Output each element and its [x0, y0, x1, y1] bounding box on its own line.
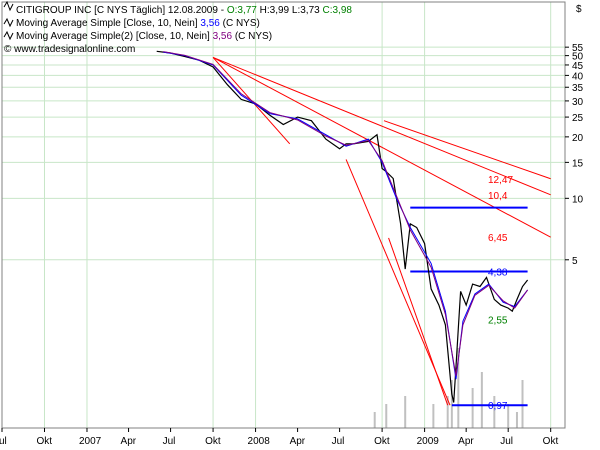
x-tick-label: Jul: [163, 436, 176, 447]
x-tick-label: 2008: [248, 436, 271, 447]
legend-low: L:3,73: [292, 5, 320, 16]
volume-bar: [521, 380, 524, 428]
value-annotation: 10,4: [488, 191, 508, 202]
legend-close: C:3,98: [322, 5, 352, 16]
legend-open: O:3,77: [227, 5, 257, 16]
value-annotation: 0,97: [488, 401, 508, 412]
chart-background: [0, 0, 600, 450]
y-tick-label: 30: [572, 97, 584, 108]
x-tick-label: Okt: [205, 436, 221, 447]
x-tick-label: Apr: [290, 436, 306, 447]
x-tick-label: 2007: [79, 436, 102, 447]
x-tick-label: Okt: [374, 436, 390, 447]
x-tick-label: Jul: [500, 436, 513, 447]
watermark: © www.tradesignalonline.com: [4, 44, 135, 55]
volume-bar: [385, 404, 388, 428]
legend-ma1-suffix: (C NYS): [223, 18, 260, 29]
legend-high: H:3,99: [260, 5, 290, 16]
x-tick-label: 2009: [417, 436, 440, 447]
legend-ma2-label: Moving Average Simple(2) [Close, 10, Nei…: [16, 31, 213, 42]
legend-ma2-suffix: (C NYS): [235, 31, 272, 42]
volume-bar: [404, 396, 407, 428]
legend-line-3: Moving Average Simple(2) [Close, 10, Nei…: [16, 31, 272, 42]
y-tick-label: 10: [572, 194, 584, 205]
volume-bar: [507, 404, 510, 428]
value-annotation: 4,38: [488, 268, 508, 279]
x-tick-label: Jul: [332, 436, 345, 447]
y-tick-label: 20: [572, 133, 584, 144]
legend-ma1-label: Moving Average Simple [Close, 10, Nein]: [16, 18, 200, 29]
y-tick-label: 40: [572, 71, 584, 82]
currency-symbol: $: [576, 4, 582, 15]
x-tick-label: Apr: [121, 436, 137, 447]
legend-ma1-value: 3,56: [200, 18, 220, 29]
value-annotation: 12,47: [488, 175, 513, 186]
stock-chart: 12,47 10,4 6,45 4,38 2,55 0,97 55 50 45 40 35 30 25…: [0, 0, 600, 450]
x-tick-label: Apr: [458, 436, 474, 447]
legend-line-2: Moving Average Simple [Close, 10, Nein] …: [16, 18, 260, 29]
volume-bar: [432, 404, 435, 428]
x-tick-label: Jul: [0, 436, 7, 447]
volume-bar: [373, 412, 376, 428]
x-tick-label: Okt: [36, 436, 52, 447]
legend-line-1: CITIGROUP INC [C NYS Täglich] 12.08.2009…: [16, 5, 352, 16]
value-annotation: 6,45: [488, 233, 508, 244]
y-tick-label: 5: [572, 256, 578, 267]
volume-bar: [471, 388, 474, 428]
y-tick-label: 45: [572, 61, 584, 72]
legend-ma2-value: 3,56: [213, 31, 233, 42]
y-tick-label: 25: [572, 113, 584, 124]
y-tick-label: 35: [572, 83, 584, 94]
volume-bar: [480, 372, 483, 428]
value-annotation: 2,55: [488, 315, 508, 326]
chart-svg: 12,4710,46,454,382,550,97 55504540353025…: [0, 0, 600, 450]
y-tick-label: 15: [572, 158, 584, 169]
volume-bar: [515, 412, 518, 428]
x-tick-label: Okt: [543, 436, 559, 447]
legend-title: CITIGROUP INC [C NYS Täglich] 12.08.2009…: [16, 5, 227, 16]
